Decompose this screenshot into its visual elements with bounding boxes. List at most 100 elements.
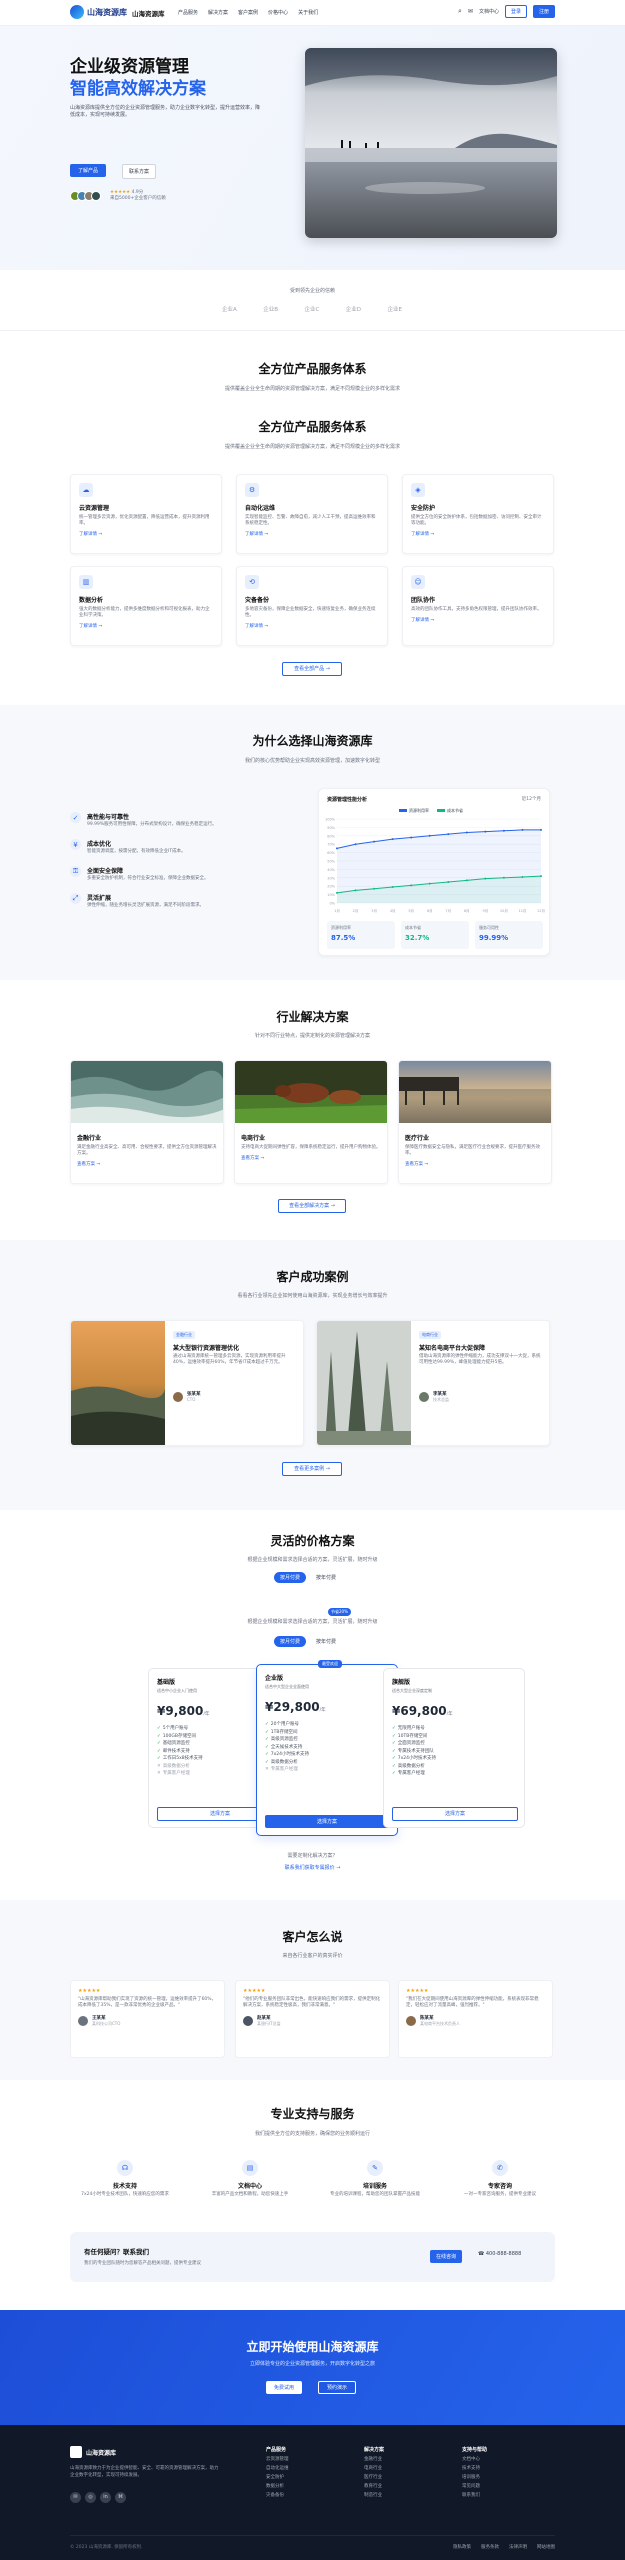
- hero-secondary-button[interactable]: 联系方案: [122, 164, 157, 179]
- book-demo-button[interactable]: 预约演示: [318, 2381, 357, 2394]
- service-card[interactable]: ▥ 数据分析 强大的数据分析能力，提供多维度数据分析和可视化报表，助力企业科学决…: [70, 566, 222, 646]
- data-point: [540, 875, 542, 878]
- legal-link[interactable]: 隐私政策: [453, 2544, 471, 2550]
- custom-quote-link[interactable]: 联系我们获取专属报价 →: [0, 1864, 625, 1871]
- service-desc: 实现智能监控、告警、故障自愈，减少人工干预，提高运维效率和系统稳定性。: [245, 515, 376, 526]
- service-card[interactable]: ⟲ 灾备备份 多地容灾备份，保障企业数据安全，快速恢复业务，确保业务连续性。 了…: [236, 566, 388, 646]
- legal-link[interactable]: 服务条款: [481, 2544, 499, 2550]
- industry-card-title: 金融行业: [77, 1135, 102, 1142]
- testimonial-role: 某科技公司CTO: [92, 2021, 121, 2026]
- footer-link[interactable]: 云资源管理: [266, 2455, 289, 2464]
- hero-primary-button[interactable]: 了解产品: [70, 164, 107, 177]
- y-tick-label: 90%: [327, 826, 335, 830]
- monthly-tab[interactable]: 按月付费: [274, 1636, 307, 1647]
- wechat-icon[interactable]: ✉: [70, 2492, 81, 2503]
- data-point: [336, 847, 338, 850]
- login-button[interactable]: 登录: [504, 5, 527, 18]
- view-all-products-button[interactable]: 查看全部产品 →: [282, 662, 342, 676]
- plan-feature: ✓ 全天候技术支持: [265, 1744, 303, 1750]
- chart-range[interactable]: 近12个月: [522, 796, 541, 802]
- footer-link[interactable]: 培训服务: [462, 2473, 487, 2482]
- menu-item[interactable]: 解决方案: [208, 9, 228, 16]
- footer-link[interactable]: 联系我们: [462, 2491, 487, 2500]
- service-card[interactable]: ☁ 云资源管理 统一管理多云资源，优化资源配置，降低运营成本，提升资源利用率。 …: [70, 474, 222, 554]
- phone-number[interactable]: ☎ 400-888-8888: [478, 2251, 521, 2257]
- y-tick-label: 30%: [327, 876, 335, 880]
- service-more-link[interactable]: 了解详情 →: [245, 531, 379, 537]
- footer-column-title: 支持与帮助: [462, 2447, 488, 2453]
- legal-link[interactable]: 法律声明: [509, 2544, 527, 2550]
- view-more-cases-button[interactable]: 查看更多案例 →: [282, 1462, 342, 1476]
- industry-card[interactable]: 金融行业 满足金融行业高安全、高可用、合规性要求，提供全方位资源管理解决方案。 …: [70, 1060, 224, 1184]
- plan-feature: ✓ 高级数据分析: [392, 1763, 425, 1769]
- check-icon: ✓: [157, 1726, 161, 1731]
- data-point: [447, 833, 450, 836]
- menu-item[interactable]: 价格中心: [268, 9, 288, 16]
- main-menu: 产品服务 解决方案 客户案例 价格中心 关于我们: [178, 9, 318, 16]
- footer-link[interactable]: 灾备备份: [266, 2491, 289, 2500]
- plan-feature: ✓ 1TB存储空间: [265, 1729, 298, 1735]
- performance-line-chart: 0% 10% 20% 30% 40% 50% 60% 70% 80% 90% 100% 1月 2月 3月 4…: [325, 818, 545, 914]
- plan-desc: 适合中大型企业全面使用: [265, 1684, 309, 1689]
- monthly-tab[interactable]: 按月付费: [274, 1572, 307, 1583]
- footer-link[interactable]: 电商行业: [364, 2464, 384, 2473]
- footer-link[interactable]: 安全防护: [266, 2473, 289, 2482]
- online-consult-button[interactable]: 在线咨询: [430, 2250, 463, 2263]
- plan-feature: ✓ 7x24小时技术支持: [392, 1756, 437, 1761]
- service-card[interactable]: ☺ 团队协作 高效的团队协作工具，支持多角色权限管理，提升团队协作效率。 了解详…: [402, 566, 554, 646]
- plan-select-button[interactable]: 选择方案: [265, 1815, 389, 1828]
- view-all-solutions-button[interactable]: 查看全部解决方案 →: [278, 1199, 346, 1213]
- register-button[interactable]: 注册: [532, 5, 555, 18]
- footer-link[interactable]: 数据分析: [266, 2482, 289, 2491]
- service-more-link[interactable]: 了解详情 →: [411, 531, 545, 537]
- menu-item[interactable]: 产品服务: [178, 9, 198, 16]
- service-card[interactable]: ◈ 安全防护 提供全方位的安全防护体系，包括数据加密、访问控制、安全审计等功能。…: [402, 474, 554, 554]
- cta-section: [0, 2310, 625, 2425]
- support-item-title: 技术支持: [112, 2183, 137, 2190]
- logo[interactable]: 山海资源库: [70, 5, 127, 19]
- footer-link[interactable]: 技术支持: [462, 2464, 487, 2473]
- industry-more-link[interactable]: 查看方案 →: [77, 1161, 217, 1167]
- footer-link[interactable]: 文档中心: [462, 2455, 487, 2464]
- industry-more-link[interactable]: 查看方案 →: [241, 1155, 381, 1161]
- service-more-link[interactable]: 了解详情 →: [411, 617, 545, 623]
- weibo-icon[interactable]: ◎: [85, 2492, 96, 2503]
- industry-more-link[interactable]: 查看方案 →: [405, 1161, 545, 1167]
- notification-icon[interactable]: ✉: [468, 8, 473, 15]
- footer-link[interactable]: 自动化运维: [266, 2464, 289, 2473]
- github-icon[interactable]: ⌘: [115, 2492, 126, 2503]
- service-card[interactable]: ⚙ 自动化运维 实现智能监控、告警、故障自愈，减少人工干预，提高运维效率和系统稳…: [236, 474, 388, 554]
- footer-link[interactable]: 常见问题: [462, 2482, 487, 2491]
- service-title: 云资源管理: [79, 505, 110, 512]
- industry-subtitle: 针对不同行业特点，提供定制化的资源管理解决方案: [254, 1033, 370, 1039]
- case-card[interactable]: 金融行业 某大型银行资源管理优化 通过山海资源库统一管理多云资源，实现资源利用率…: [70, 1320, 304, 1446]
- chart-icon: ▥: [79, 575, 93, 589]
- y-tick-label: 20%: [327, 885, 335, 889]
- case-card[interactable]: 电商行业 某知名电商平台大促保障 借助山海资源库的弹性伸缩能力，成功支撑双十一大…: [316, 1320, 550, 1446]
- search-icon[interactable]: ⌕: [458, 7, 462, 16]
- legal-link[interactable]: 网站地图: [537, 2544, 555, 2550]
- menu-item[interactable]: 关于我们: [298, 9, 318, 16]
- footer-link[interactable]: 制造行业: [364, 2491, 384, 2500]
- footer-logo[interactable]: 山海资源库: [70, 2446, 116, 2458]
- service-more-link[interactable]: 了解详情 →: [79, 531, 213, 537]
- service-more-link[interactable]: 了解详情 →: [79, 623, 213, 629]
- plan-select-button[interactable]: 选择方案: [392, 1807, 518, 1821]
- yearly-tab[interactable]: 按年付费: [310, 1636, 342, 1647]
- footer-link[interactable]: 医疗行业: [364, 2473, 384, 2482]
- yearly-tab[interactable]: 按年付费: [310, 1572, 342, 1583]
- footer-link[interactable]: 金融行业: [364, 2455, 384, 2464]
- feature-item: ⤢ 灵活扩展 弹性伸缩，随业务增长灵活扩展资源，满足不同阶段需求。: [70, 893, 290, 908]
- industry-card[interactable]: 医疗行业 保障医疗数据安全与隐私，满足医疗行业合规要求，提升医疗服务效率。 查看…: [398, 1060, 552, 1184]
- menu-item[interactable]: 客户案例: [238, 9, 258, 16]
- custom-question: 需要定制化解决方案？: [287, 1853, 338, 1859]
- footer-column: 解决方案 金融行业 电商行业 医疗行业 教育行业 制造行业: [364, 2446, 384, 2500]
- docs-link[interactable]: 文档中心: [479, 8, 499, 15]
- service-more-link[interactable]: 了解详情 →: [245, 623, 379, 629]
- linkedin-icon[interactable]: in: [100, 2492, 111, 2503]
- services-subtitle: 提供覆盖企业全生命周期的资源管理解决方案，满足不同规模企业的多样化需求: [224, 386, 400, 392]
- free-trial-button[interactable]: 免费试用: [266, 2381, 303, 2394]
- footer-link[interactable]: 教育行业: [364, 2482, 384, 2491]
- case-desc: 通过山海资源库统一管理多云资源，实现资源利用率提升40%，运维效率提升60%，年…: [173, 1354, 286, 1365]
- industry-card[interactable]: 电商行业 支持电商大促期间弹性扩容，保障系统稳定运行，提升用户购物体验。 查看方…: [234, 1060, 388, 1184]
